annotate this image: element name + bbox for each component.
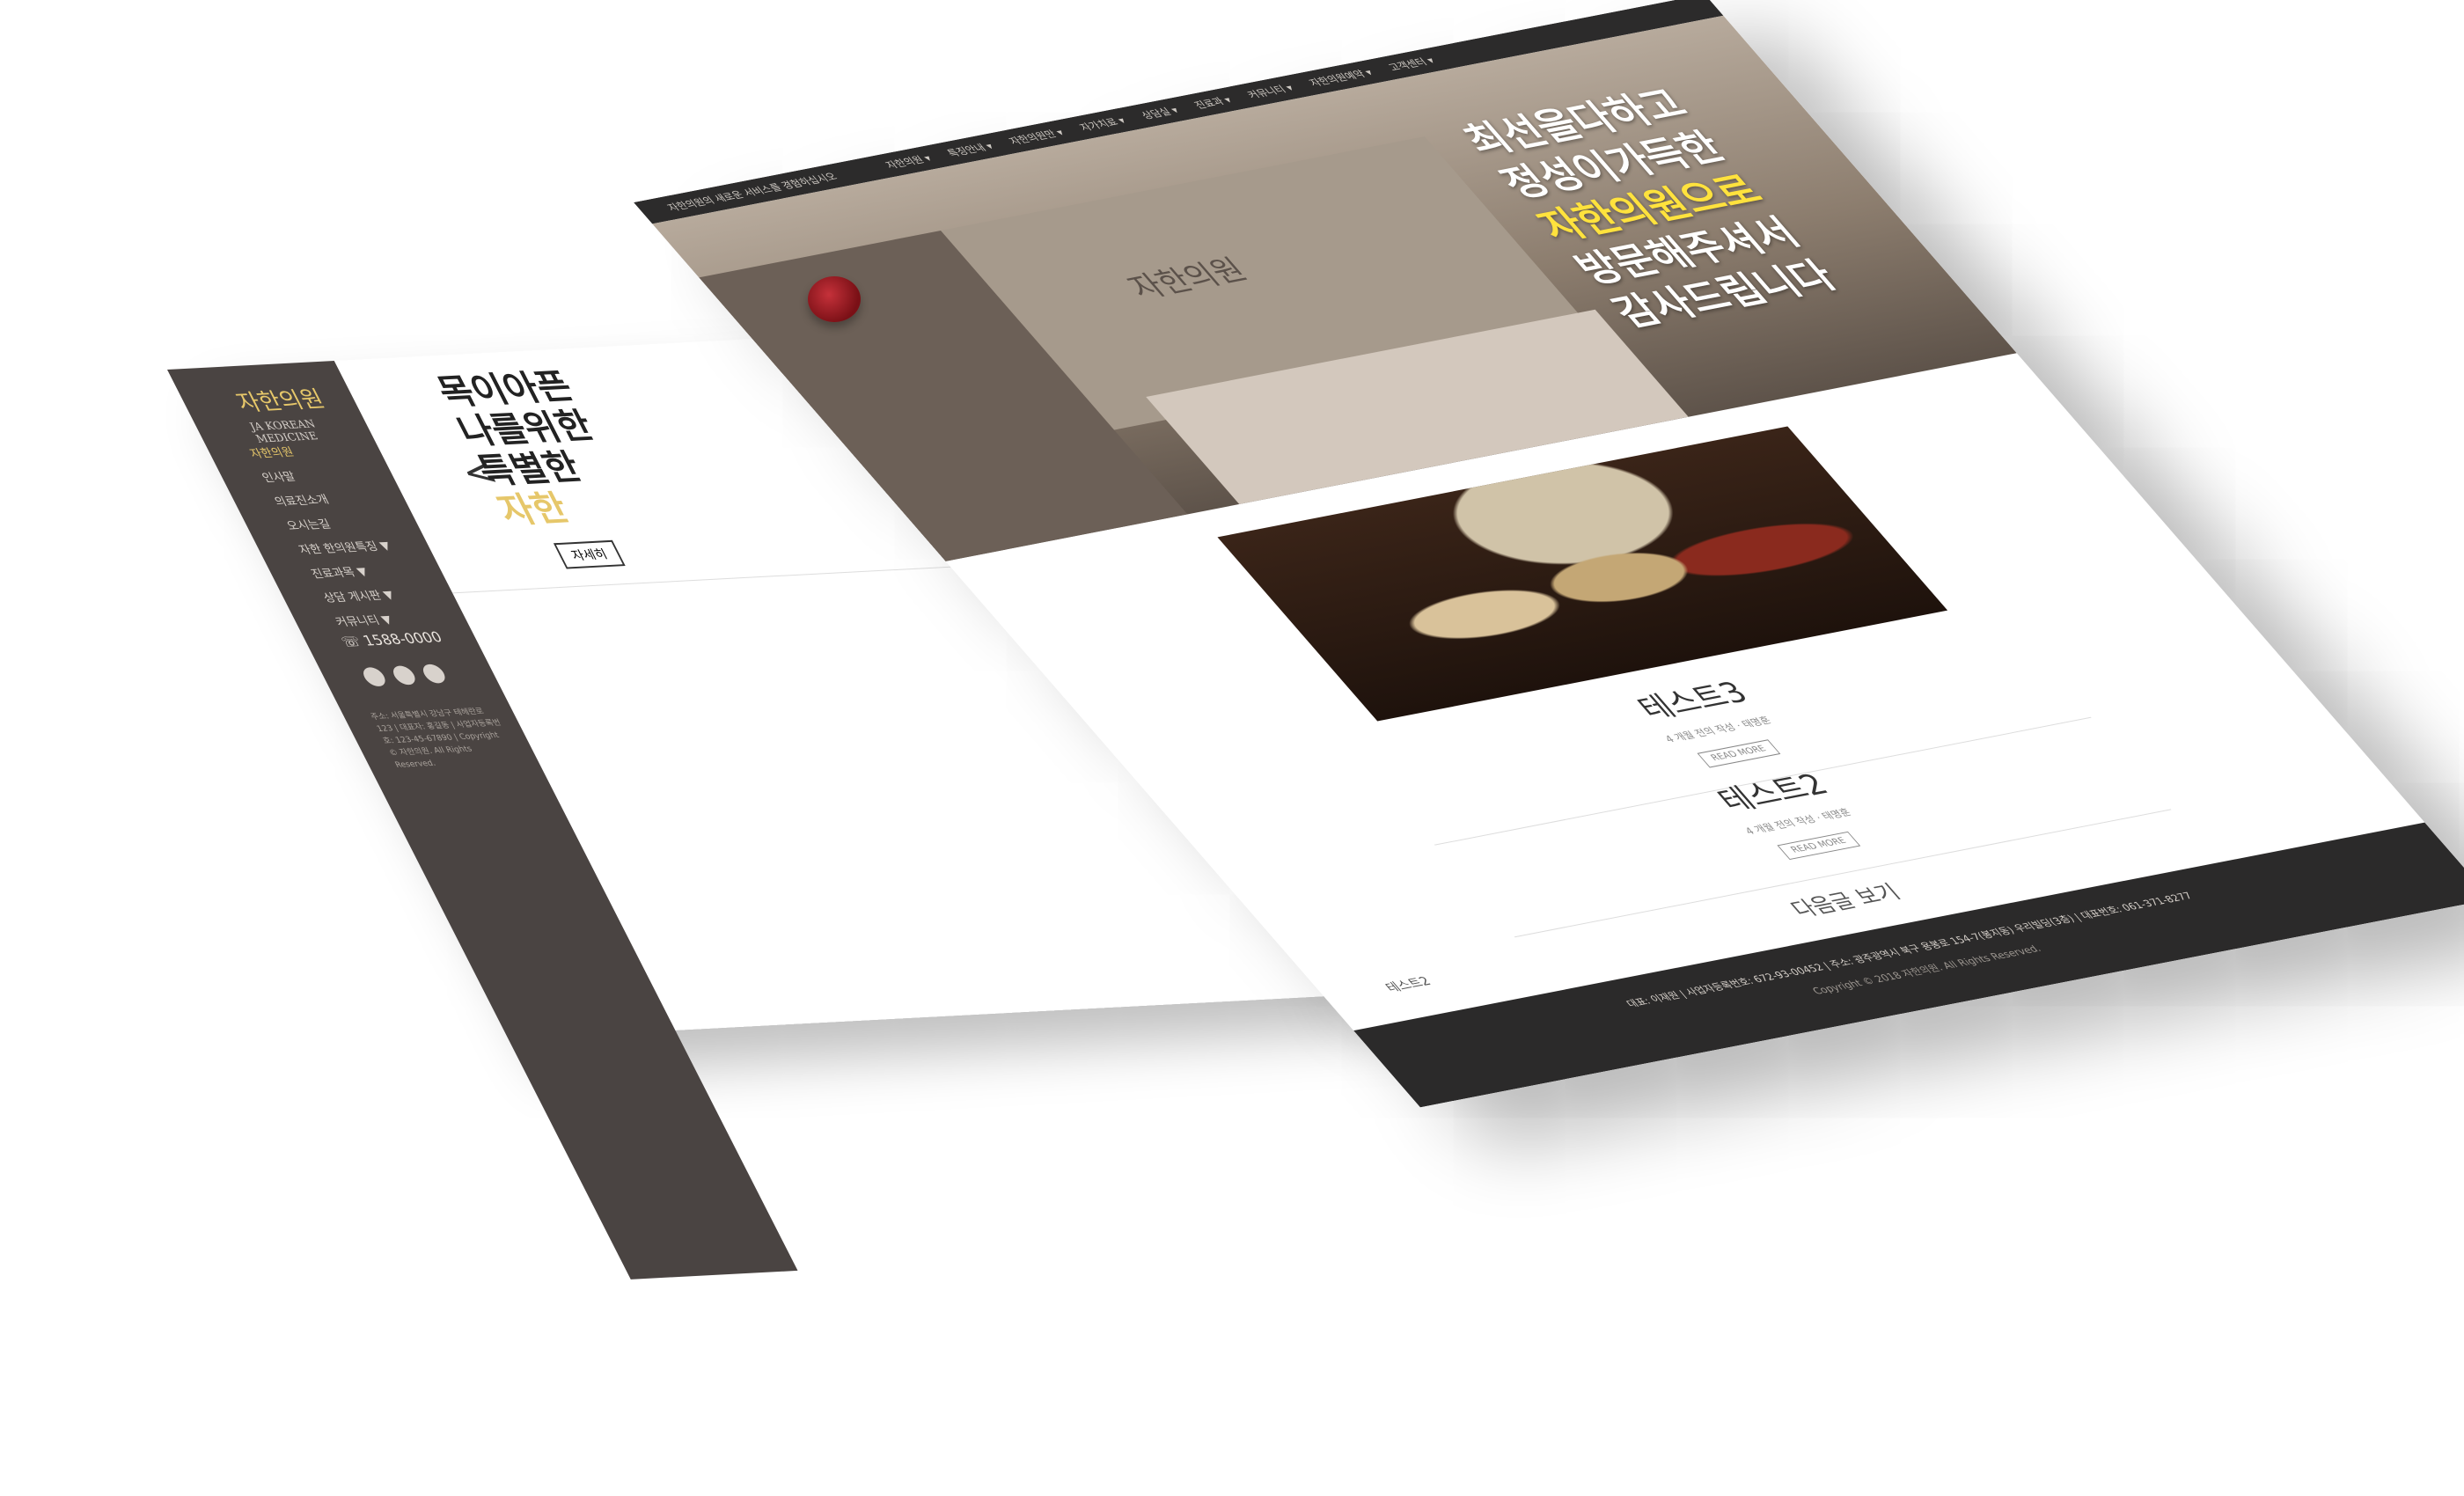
phone-icon: ☏ xyxy=(338,633,364,650)
back-hero-line: 나를위한 xyxy=(451,406,601,453)
back-footer-info: 주소: 서울특별시 강남구 테헤란로 123 | 대표자: 홍길동 | 사업자등… xyxy=(369,707,503,770)
kakao-icon[interactable] xyxy=(359,666,389,687)
nav-item[interactable]: 자가치료 ▾ xyxy=(1076,114,1130,134)
back-social xyxy=(359,664,449,687)
nav-item[interactable]: 상담실 ▾ xyxy=(1138,103,1183,121)
nav-item[interactable]: 커뮤니티 ▾ xyxy=(1243,81,1297,101)
back-phone-number: 1588-0000 xyxy=(360,628,445,649)
back-hero-line: 특별한 xyxy=(471,447,589,492)
nav-item[interactable]: 특징안내 ▾ xyxy=(943,139,997,159)
read-more-button[interactable]: READ MORE xyxy=(1777,831,1861,861)
back-hero-line: 목이아픈 xyxy=(430,366,581,414)
next-post-link[interactable]: 다음글 보기 xyxy=(1781,876,1906,922)
back-logo-text: 자한의원 xyxy=(231,386,330,417)
blog-icon[interactable] xyxy=(389,665,419,686)
nav-item[interactable]: 자한의원 ▾ xyxy=(882,151,935,172)
back-hero-line: 자한 xyxy=(491,488,576,532)
back-detail-button[interactable]: 자세히 xyxy=(553,539,626,569)
nav-item[interactable]: 고객센터 ▾ xyxy=(1384,54,1438,74)
back-menu-item[interactable]: 자한 한의원특징 ▼ xyxy=(294,534,396,563)
prev-post-link[interactable]: 테스트2 xyxy=(1381,972,1435,996)
facebook-icon[interactable] xyxy=(419,664,449,684)
nav-item[interactable]: 진료과 ▾ xyxy=(1191,93,1236,112)
decorative-apple xyxy=(808,276,861,322)
